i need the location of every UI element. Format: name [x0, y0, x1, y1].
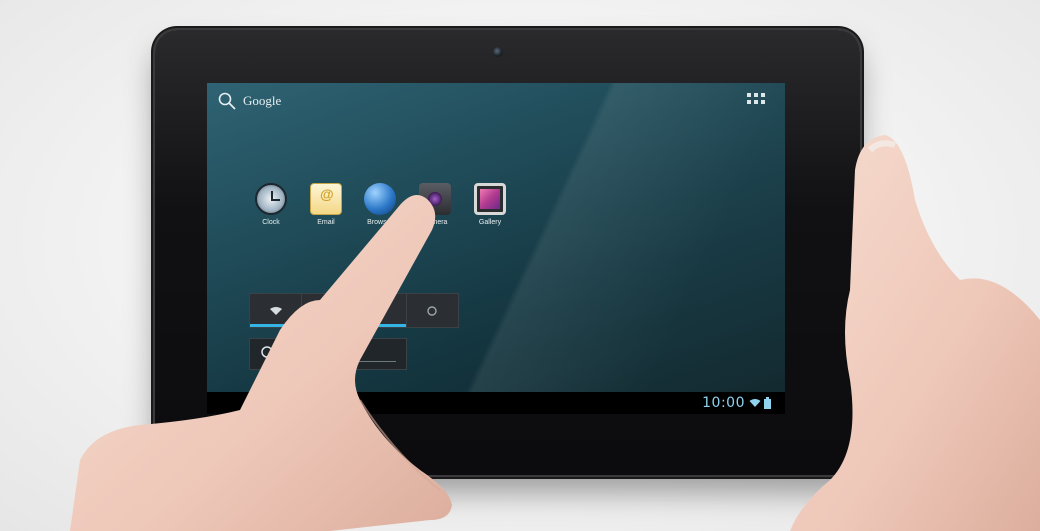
holding-hand — [790, 135, 1040, 531]
hands-photo-overlay — [70, 135, 1040, 531]
pointing-hand — [70, 195, 452, 531]
